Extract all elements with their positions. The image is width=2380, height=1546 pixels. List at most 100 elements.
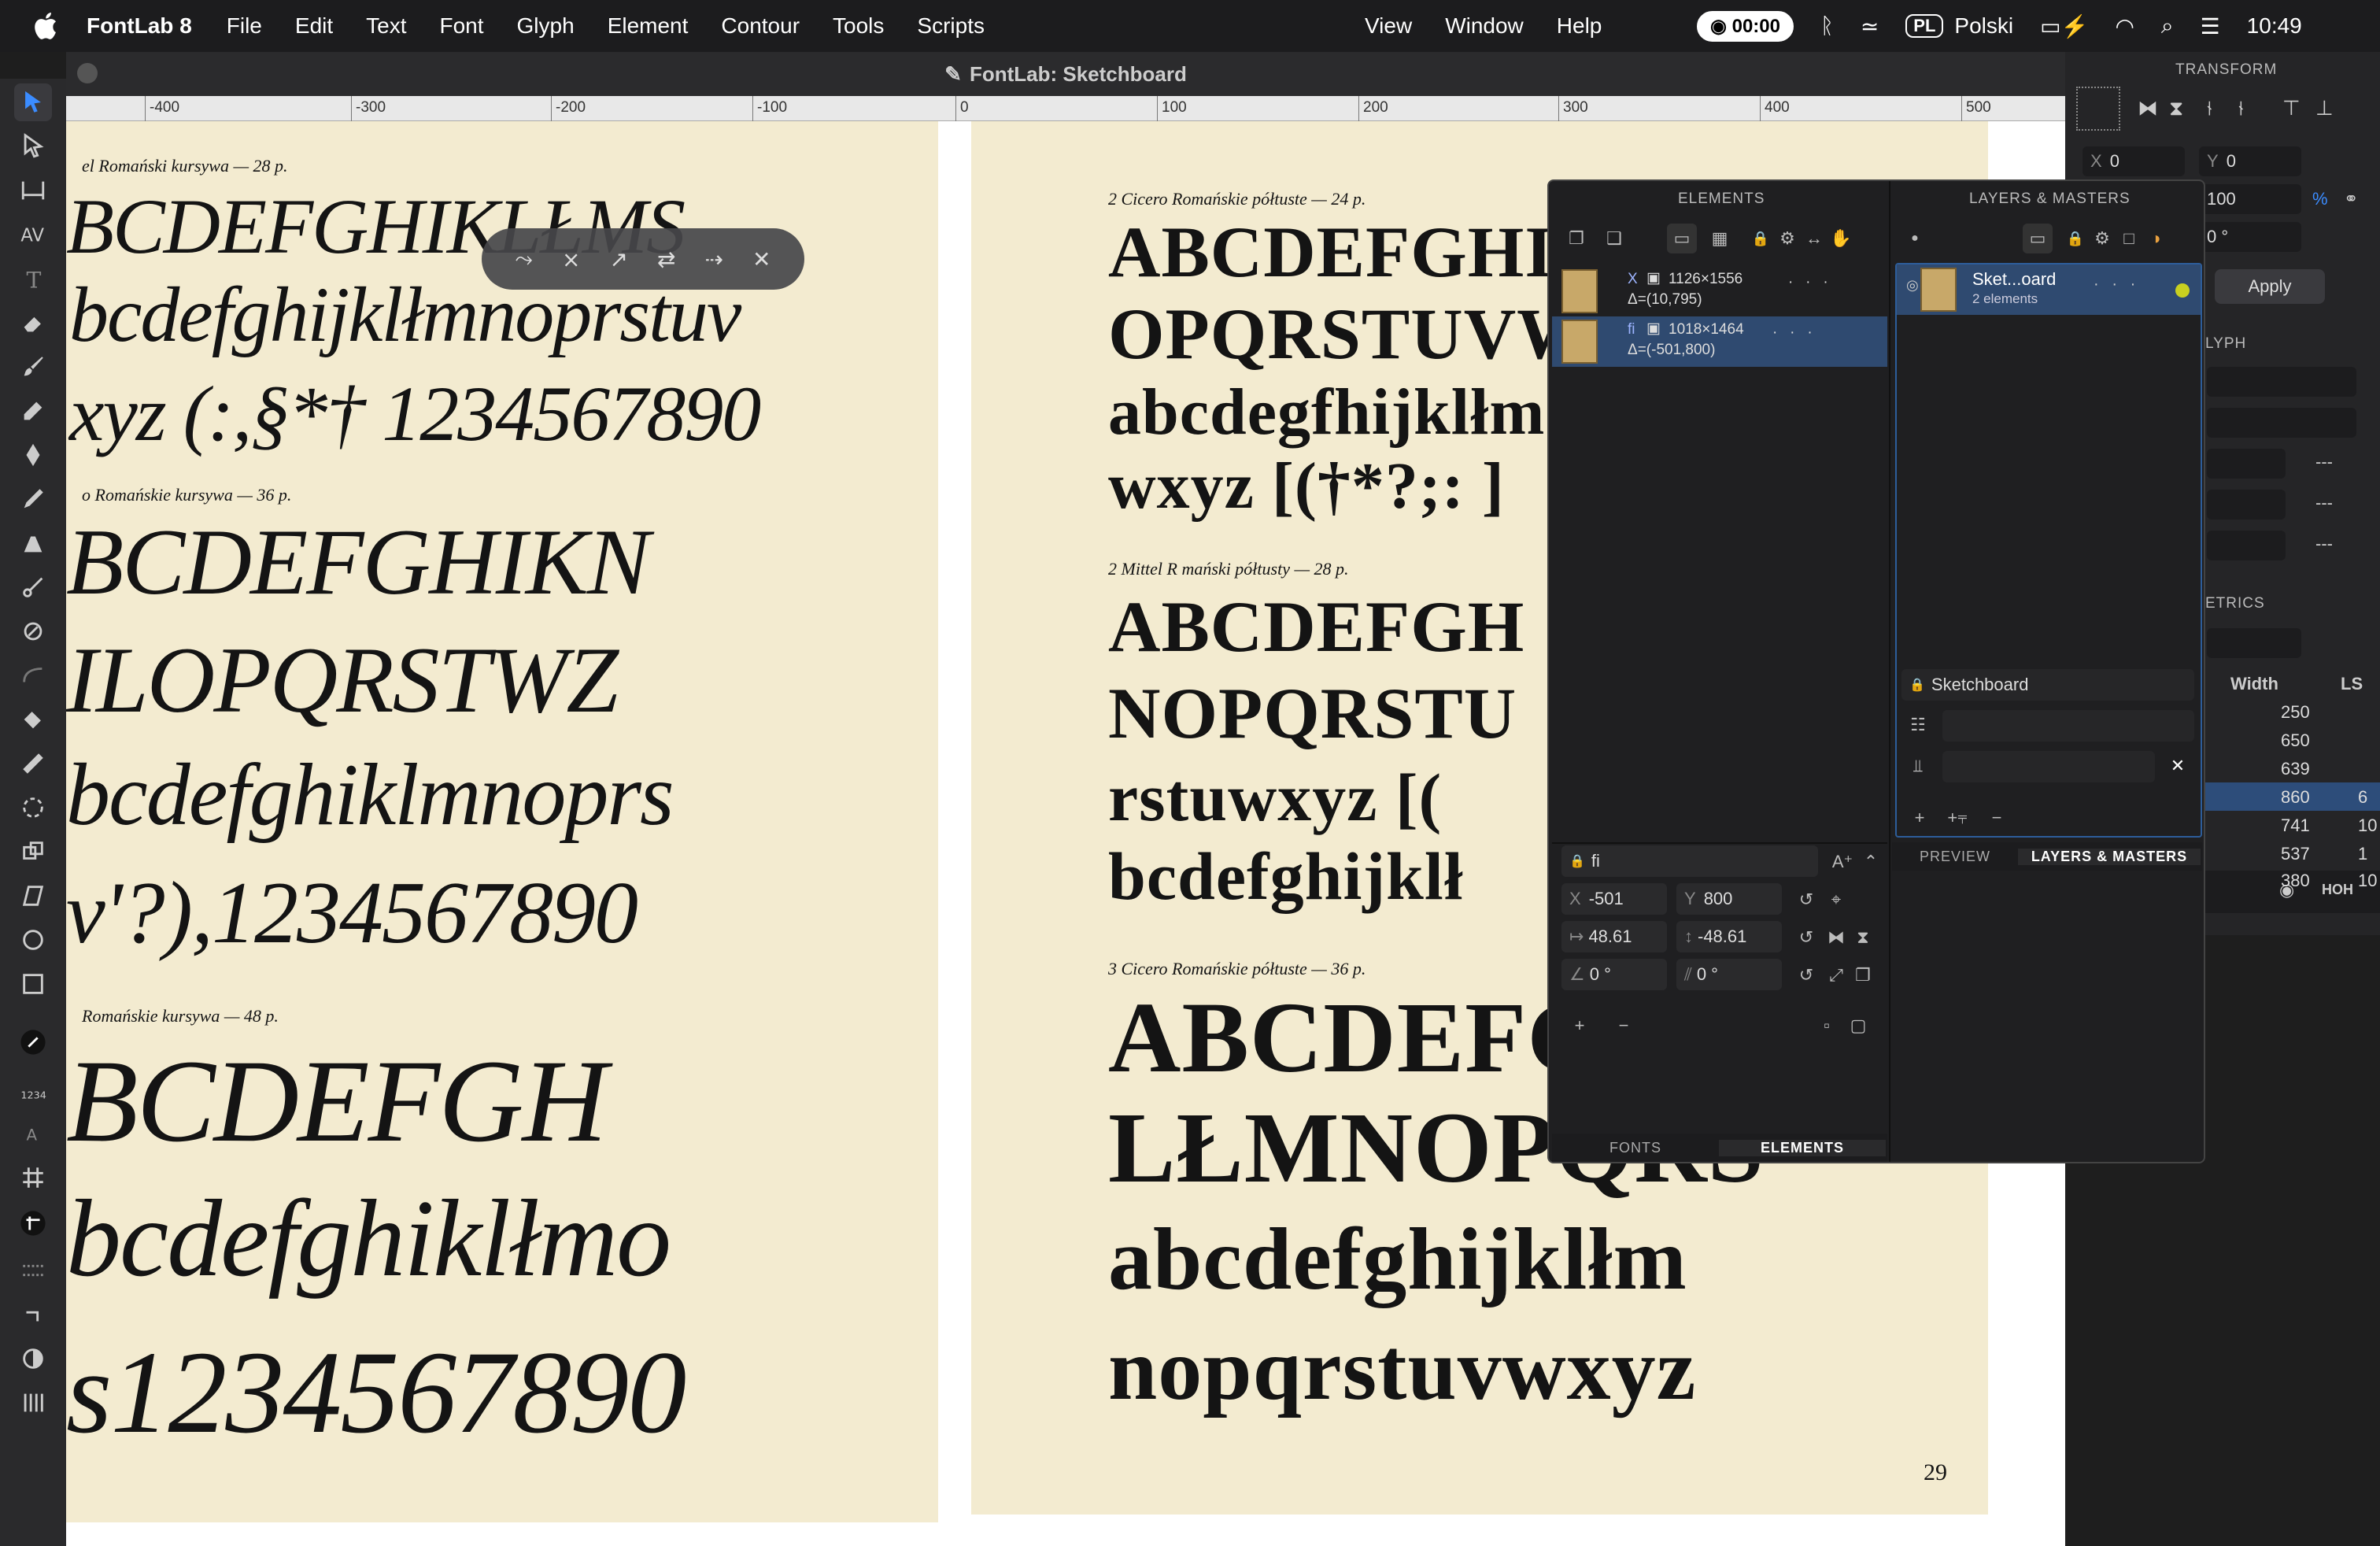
- tab-layers-masters[interactable]: LAYERS & MASTERS: [2018, 849, 2201, 865]
- rotate-tool-icon[interactable]: [14, 789, 52, 827]
- glyph-lsb-field[interactable]: [2207, 490, 2286, 520]
- grid-icon[interactable]: [14, 1159, 52, 1196]
- element-row-options[interactable]: · · ·: [1772, 324, 1813, 342]
- timer-badge[interactable]: ◉ 00:00: [1697, 10, 1794, 42]
- menu-glyph[interactable]: Glyph: [517, 13, 575, 39]
- menu-file[interactable]: File: [227, 13, 262, 39]
- lock-icon[interactable]: 🔒: [1746, 224, 1776, 253]
- menu-edit[interactable]: Edit: [295, 13, 333, 39]
- align-right-icon[interactable]: ⫮: [2238, 96, 2244, 121]
- add-element-icon[interactable]: +: [1565, 1011, 1595, 1041]
- pen-tool-icon[interactable]: [14, 436, 52, 474]
- glyph-unicode-field[interactable]: [2207, 408, 2356, 438]
- search-icon[interactable]: ⌕: [2161, 13, 2174, 39]
- gear-icon[interactable]: ⚙: [2087, 224, 2117, 253]
- master-axis-field[interactable]: [1942, 710, 2194, 742]
- metrics-row[interactable]: 250: [2204, 697, 2380, 726]
- stamp-icon[interactable]: ⫫: [1903, 751, 1933, 781]
- tab-fonts[interactable]: FONTS: [1552, 1140, 1719, 1156]
- menu-contour[interactable]: Contour: [721, 13, 800, 39]
- copy-element-icon[interactable]: ❐: [1561, 224, 1591, 253]
- node-corner-icon[interactable]: ⨯: [562, 246, 580, 272]
- element-height-field[interactable]: ↕ -48.61: [1676, 921, 1782, 952]
- bluetooth-icon[interactable]: ᚱ: [1820, 13, 1834, 39]
- metrics-row-selected[interactable]: 860 6: [2204, 782, 2380, 811]
- layer-visibility-icon[interactable]: ◎: [1906, 277, 1919, 294]
- metrics-row[interactable]: 741 10: [2204, 811, 2380, 839]
- hand-icon[interactable]: ✋: [1826, 224, 1856, 253]
- add-layer-icon[interactable]: +: [1905, 803, 1935, 833]
- metrics-filter-field[interactable]: [2207, 628, 2301, 658]
- glyph-rsb-field[interactable]: [2207, 531, 2286, 560]
- menu-view[interactable]: View: [1365, 13, 1412, 39]
- align-top-icon[interactable]: ⊤: [2282, 96, 2301, 120]
- guides-icon[interactable]: [14, 1204, 52, 1242]
- grid-view-icon[interactable]: ▦: [1705, 224, 1735, 253]
- list-view-icon[interactable]: ▭: [2023, 224, 2053, 253]
- power-nib-tool-icon[interactable]: [14, 524, 52, 562]
- node-break-icon[interactable]: ⇄: [657, 246, 675, 272]
- transform-y-field[interactable]: Y 0: [2199, 146, 2301, 176]
- metrics-row[interactable]: 537 1: [2204, 839, 2380, 867]
- knife-tool-icon[interactable]: [14, 568, 52, 606]
- clock[interactable]: 10:49: [2247, 13, 2302, 39]
- flip-vertical-icon[interactable]: ⧗: [1848, 923, 1878, 952]
- layer-options[interactable]: · · ·: [2094, 276, 2135, 294]
- language-label[interactable]: Polski: [1954, 13, 2013, 39]
- node-smooth-icon[interactable]: ↗: [609, 246, 627, 272]
- node-more-icon[interactable]: ⇢: [704, 246, 722, 272]
- window-close-button[interactable]: [77, 63, 98, 83]
- battery-icon[interactable]: ▭⚡: [2040, 13, 2088, 39]
- horizontal-ruler[interactable]: -400 -300 -200 -100 0 100 200 300 400 50…: [66, 96, 2065, 121]
- menu-element[interactable]: Element: [608, 13, 689, 39]
- smooth-tool-icon[interactable]: [14, 656, 52, 694]
- origin-grid-icon[interactable]: [2076, 87, 2120, 131]
- font-size-icon[interactable]: A⁺: [1828, 847, 1857, 877]
- node-selection-tool-icon[interactable]: [14, 128, 52, 165]
- element-slant-field[interactable]: ⫽ 0 °: [1676, 959, 1782, 990]
- paste-element-icon[interactable]: ❑: [1599, 224, 1629, 253]
- align-bottom-icon[interactable]: ⊥: [2315, 96, 2334, 120]
- menu-font[interactable]: Font: [440, 13, 484, 39]
- apply-button[interactable]: Apply: [2215, 269, 2325, 304]
- text-tool-icon[interactable]: T: [14, 260, 52, 298]
- scissors-tool-icon[interactable]: [14, 612, 52, 650]
- metrics-row[interactable]: 380 10: [2204, 866, 2380, 894]
- menu-text[interactable]: Text: [366, 13, 406, 39]
- menu-help[interactable]: Help: [1557, 13, 1602, 39]
- layer-row-selected[interactable]: ◎ Sket...oard 2 elements · · ·: [1897, 264, 2201, 315]
- transform-icon[interactable]: ⤢: [1821, 960, 1851, 990]
- transform-x-field[interactable]: X 0: [2082, 146, 2185, 176]
- master-name-field[interactable]: 🔒 Sketchboard: [1901, 669, 2194, 701]
- remove-layer-icon[interactable]: −: [1982, 803, 2012, 833]
- remove-element-icon[interactable]: −: [1609, 1011, 1639, 1041]
- flip-vertical-icon[interactable]: ⧗: [2169, 96, 2183, 121]
- node-tangent-icon[interactable]: ⤳: [516, 246, 533, 272]
- draw-mode-icon[interactable]: [14, 1023, 52, 1061]
- expand-icon[interactable]: ↔: [1799, 224, 1829, 253]
- flip-horizontal-icon[interactable]: ⧓: [1821, 923, 1851, 952]
- hook-icon[interactable]: [14, 1296, 52, 1333]
- fill-tool-icon[interactable]: [14, 701, 52, 738]
- reset-scale-icon[interactable]: ↺: [1791, 923, 1821, 952]
- reset-position-icon[interactable]: ↺: [1791, 885, 1821, 915]
- sliders-icon[interactable]: ☷: [1903, 710, 1933, 740]
- rectangle-tool-icon[interactable]: [14, 965, 52, 1003]
- brush-tool-icon[interactable]: [14, 348, 52, 386]
- transform-rotate-field[interactable]: 0 °: [2199, 222, 2301, 252]
- pencil-tool-icon[interactable]: [14, 392, 52, 430]
- glyph-tag-field[interactable]: [2207, 449, 2286, 479]
- scale-tool-icon[interactable]: [14, 833, 52, 871]
- kerning-tool-icon[interactable]: AV: [14, 216, 52, 253]
- element-rotate-field[interactable]: ∠ 0 °: [1561, 959, 1667, 990]
- color-icon[interactable]: ◑: [2141, 224, 2171, 253]
- control-center-icon[interactable]: ☰: [2201, 13, 2220, 39]
- metrics-tool-icon[interactable]: [14, 172, 52, 209]
- metrics-row[interactable]: 639: [2204, 754, 2380, 782]
- metrics-row[interactable]: 650: [2204, 726, 2380, 754]
- preview-toggle-icon[interactable]: [14, 1340, 52, 1378]
- tab-elements[interactable]: ELEMENTS: [1719, 1140, 1886, 1156]
- wifi-icon[interactable]: ◠: [2115, 13, 2134, 39]
- rapid-pen-tool-icon[interactable]: [14, 480, 52, 518]
- link-icon[interactable]: ⚭: [2344, 189, 2358, 209]
